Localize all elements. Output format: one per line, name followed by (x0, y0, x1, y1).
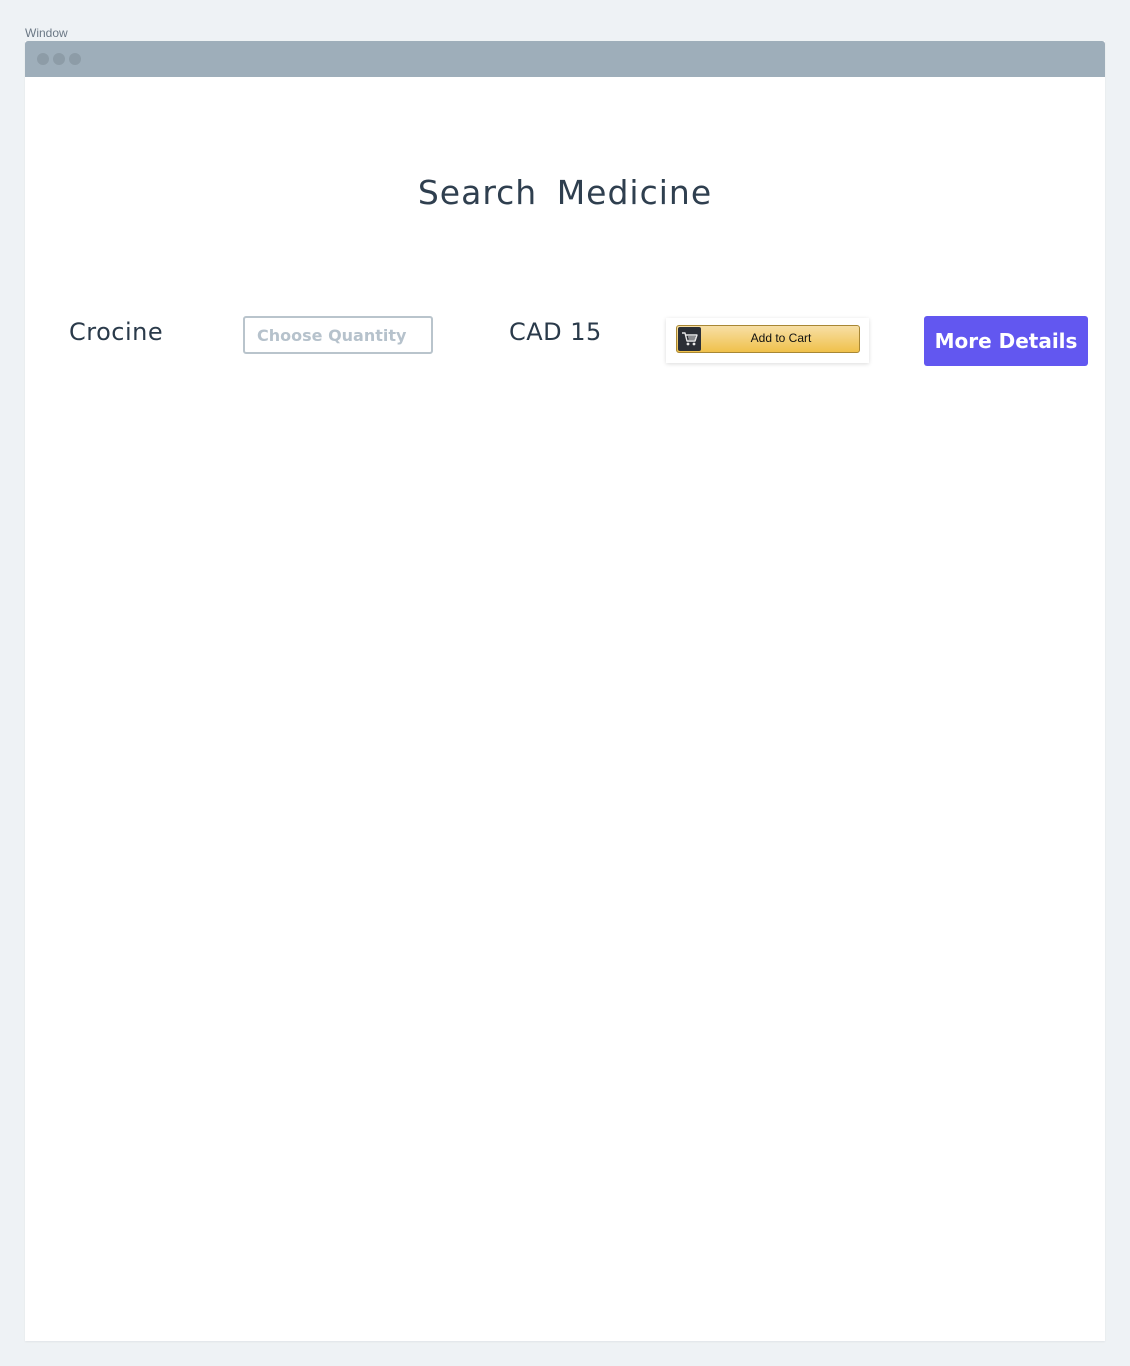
page-title: Search Medicine (417, 173, 713, 212)
product-price: CAD 15 (509, 318, 602, 346)
shopping-cart-icon (678, 327, 701, 351)
add-to-cart-container: Add to Cart (666, 318, 869, 363)
window-control-dot[interactable] (37, 53, 49, 65)
app-canvas: Window Search Medicine Crocine CAD 15 (0, 0, 1130, 1366)
window-control-dot[interactable] (69, 53, 81, 65)
product-name: Crocine (69, 318, 164, 346)
window-control-dot[interactable] (53, 53, 65, 65)
window-caption: Window (25, 26, 68, 40)
add-to-cart-button[interactable]: Add to Cart (676, 325, 860, 353)
quantity-input[interactable] (243, 316, 433, 354)
add-to-cart-label: Add to Cart (750, 331, 812, 345)
browser-window: Search Medicine Crocine CAD 15 Add to Ca… (25, 41, 1105, 1341)
window-titlebar (25, 41, 1105, 77)
more-details-button[interactable]: More Details (924, 316, 1088, 366)
